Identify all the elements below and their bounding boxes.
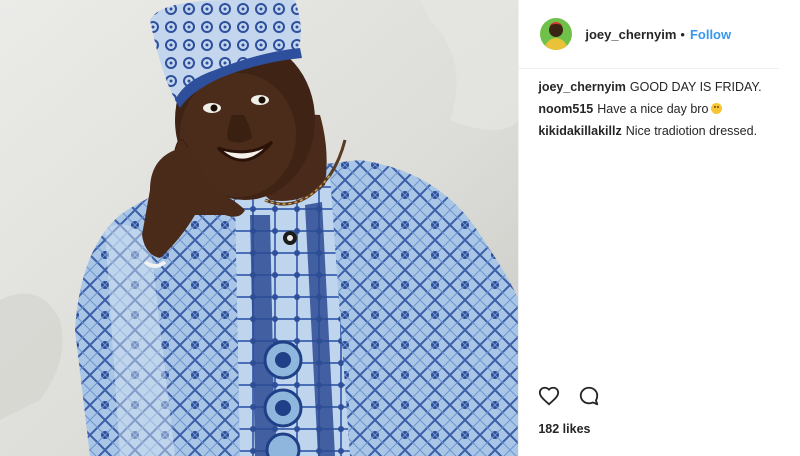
- post-actions: 182 likes: [519, 380, 800, 456]
- separator-dot: •: [680, 26, 685, 42]
- smile-emoji-icon: [711, 103, 723, 114]
- action-icons: [538, 380, 800, 412]
- comment-text: Nice tradiotion dressed.: [625, 124, 758, 138]
- list-item: kikidakillakillz Nice tradiotion dressed.: [538, 123, 784, 139]
- comment-text: Have a nice day bro: [597, 102, 709, 116]
- post-photo-illustration: [0, 0, 519, 456]
- user-avatar[interactable]: [540, 18, 573, 50]
- likes-count[interactable]: 182 likes: [538, 422, 800, 436]
- post-photo[interactable]: [0, 0, 520, 456]
- comment-text: GOOD DAY IS FRIDAY.: [629, 80, 762, 94]
- follow-button[interactable]: Follow: [690, 27, 731, 42]
- author-username[interactable]: joey_chernyim: [585, 27, 676, 42]
- comment-icon[interactable]: [578, 385, 600, 407]
- post-sidebar: joey_chernyim • Follow joey_chernyim GOOD…: [519, 0, 800, 456]
- comment-username[interactable]: kikidakillakillz: [538, 124, 621, 138]
- comment-list: joey_chernyim GOOD DAY IS FRIDAY. noom515…: [519, 69, 800, 380]
- list-item: noom515 Have a nice day bro: [538, 101, 784, 117]
- caption-comment: joey_chernyim GOOD DAY IS FRIDAY.: [538, 79, 784, 95]
- avatar-image: [540, 18, 573, 50]
- heart-icon[interactable]: [538, 385, 560, 407]
- instagram-post: joey_chernyim • Follow joey_chernyim GOOD…: [0, 0, 800, 456]
- post-header: joey_chernyim • Follow: [519, 0, 779, 69]
- comment-username[interactable]: joey_chernyim: [538, 80, 626, 94]
- comment-username[interactable]: noom515: [538, 102, 593, 116]
